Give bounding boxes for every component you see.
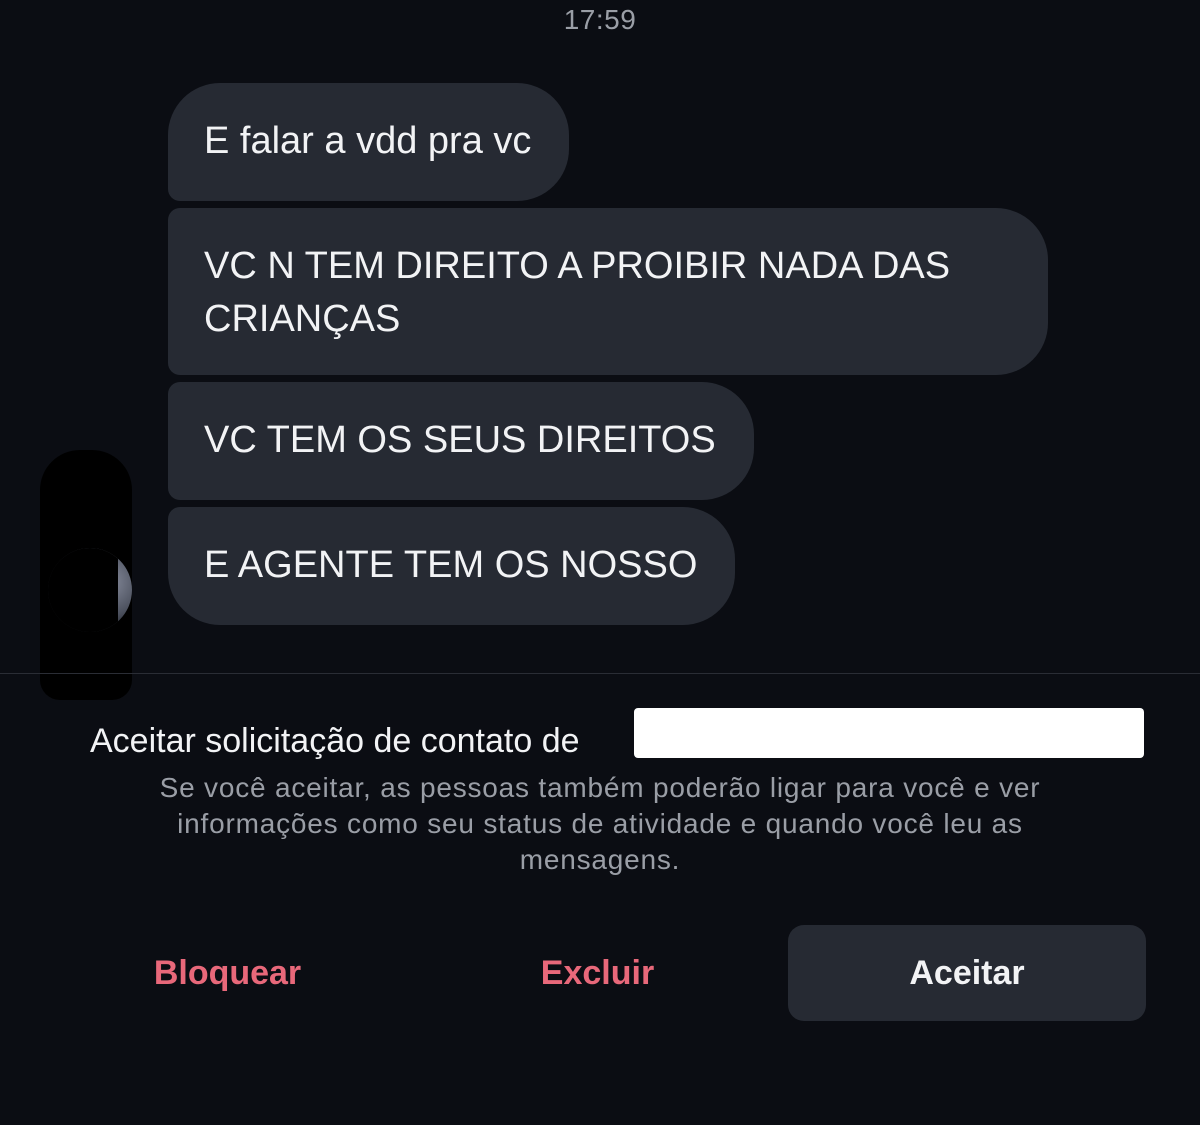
request-title-row: Aceitar solicitação de contato de xyxy=(90,708,1150,766)
request-description: Se você aceitar, as pessoas também poder… xyxy=(159,772,1041,875)
request-title: Aceitar solicitação de contato de xyxy=(90,722,580,760)
divider xyxy=(0,673,1200,674)
delete-button[interactable]: Excluir xyxy=(430,925,765,1021)
sender-avatar[interactable] xyxy=(48,548,132,632)
message-timestamp: 17:59 xyxy=(563,4,637,35)
message-bubble[interactable]: E AGENTE TEM OS NOSSO xyxy=(168,507,736,625)
block-button[interactable]: Bloquear xyxy=(60,925,395,1021)
request-actions: Bloquear Excluir Aceitar xyxy=(0,925,1200,1021)
accept-button[interactable]: Aceitar xyxy=(788,925,1146,1021)
redacted-name xyxy=(634,708,1144,758)
message-bubble[interactable]: VC TEM OS SEUS DIREITOS xyxy=(168,382,754,500)
message-bubble[interactable]: VC N TEM DIREITO A PROIBIR NADA DAS CRIA… xyxy=(168,208,1048,375)
message-bubble[interactable]: E falar a vdd pra vc xyxy=(168,83,570,201)
message-thread: E falar a vdd pra vc VC N TEM DIREITO A … xyxy=(168,83,1128,632)
